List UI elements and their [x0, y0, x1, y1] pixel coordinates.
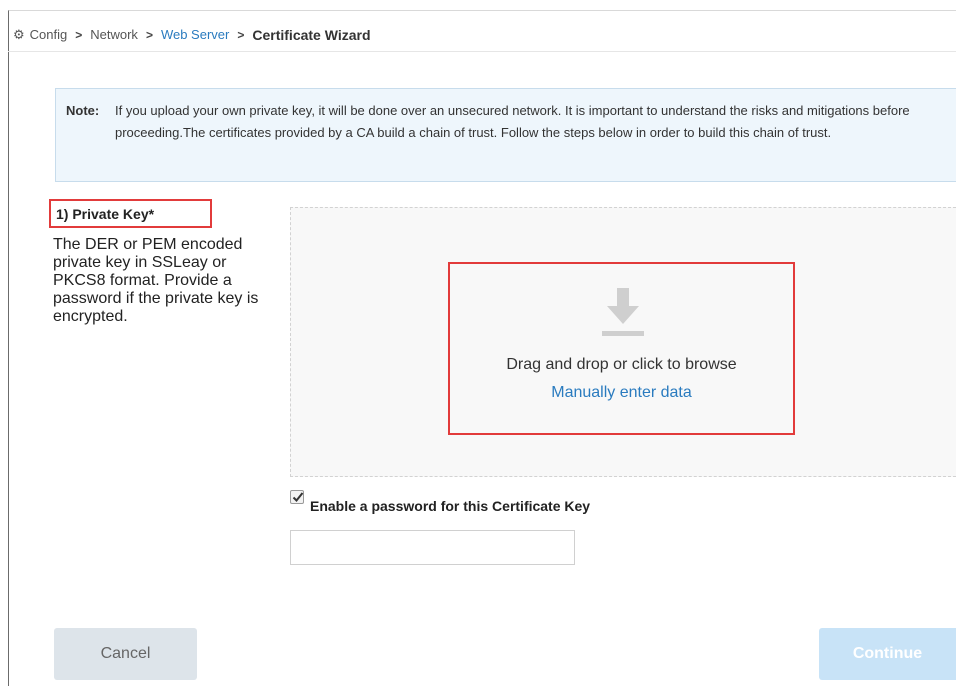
gear-icon[interactable]: ⚙: [13, 27, 25, 43]
note-label: Note:: [66, 103, 100, 118]
breadcrumb-network[interactable]: Network: [90, 27, 138, 42]
step-title: 1) Private Key*: [49, 199, 212, 228]
breadcrumb-separator: >: [145, 27, 153, 42]
breadcrumb-web-server[interactable]: Web Server: [161, 27, 229, 42]
note-text: If you upload your own private key, it w…: [115, 103, 910, 140]
cancel-button[interactable]: Cancel: [54, 628, 197, 680]
password-field[interactable]: [290, 530, 575, 565]
step-description: The DER or PEM encoded private key in SS…: [53, 236, 259, 325]
breadcrumb-separator: >: [75, 27, 83, 42]
breadcrumb-config[interactable]: Config: [30, 27, 68, 42]
breadcrumb: ⚙ Config > Network > Web Server > Certif…: [8, 18, 956, 52]
page-title: Certificate Wizard: [252, 26, 371, 43]
breadcrumb-separator: >: [237, 27, 245, 42]
password-checkbox-label[interactable]: Enable a password for this Certificate K…: [310, 498, 590, 514]
manual-entry-link[interactable]: Manually enter data: [448, 384, 795, 402]
checkmark-icon: [292, 492, 304, 502]
dropzone-text: Drag and drop or click to browse: [506, 356, 737, 373]
continue-button[interactable]: Continue: [819, 628, 956, 680]
download-icon: [602, 288, 644, 336]
note-box: Note: If you upload your own private key,…: [55, 88, 956, 182]
password-checkbox[interactable]: [290, 490, 304, 504]
